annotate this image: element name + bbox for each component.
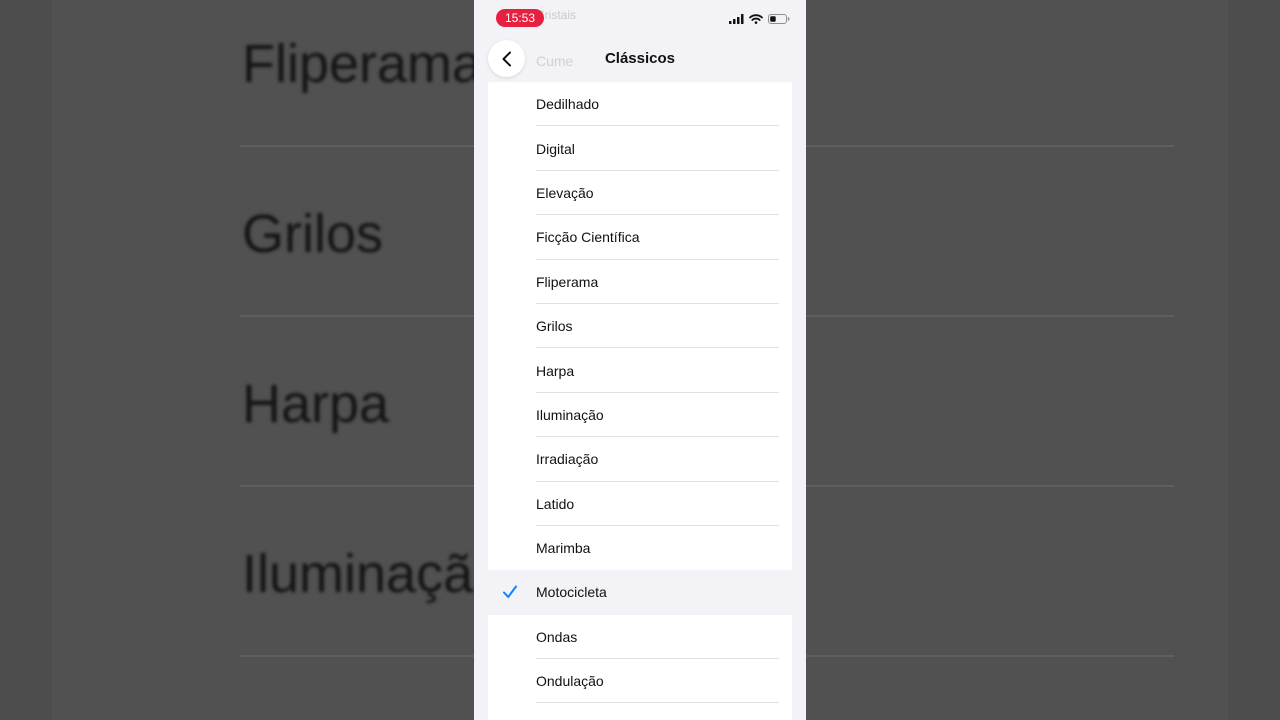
list-item-label: Grilos xyxy=(536,318,573,335)
checkmark-icon xyxy=(503,585,517,599)
list-item-label: Elevação xyxy=(536,184,594,201)
page-title: Clássicos xyxy=(604,50,676,67)
list-item-label: Ondas xyxy=(536,628,578,645)
list-item-label: Motocicleta xyxy=(536,584,607,601)
cellular-signal-icon xyxy=(729,14,744,24)
list-item-fliperama[interactable]: Fliperama xyxy=(488,260,792,304)
list-item-label: Iluminação xyxy=(536,406,604,423)
list-item-ondulacao[interactable]: Ondulação xyxy=(488,659,792,704)
list-item-ondas[interactable]: Ondas xyxy=(488,615,792,660)
list-item-label: Digital xyxy=(536,140,575,157)
list-item-label: Ondulação xyxy=(536,673,604,690)
list-item-label: Dedilhado xyxy=(536,96,600,113)
sound-list: Dedilhado Digital Elevação Ficção Cientí… xyxy=(488,82,792,720)
status-time: 15:53 xyxy=(496,9,544,27)
list-item-label: Irradiação xyxy=(536,451,599,468)
list-item-harpa[interactable]: Harpa xyxy=(488,348,792,393)
battery-icon xyxy=(768,14,790,24)
wifi-icon xyxy=(749,14,763,24)
phone-screen: Cristais 15:53 Cume Clássicos Dedilhado … xyxy=(474,0,806,720)
list-item-marimba[interactable]: Marimba xyxy=(488,526,792,570)
status-icons xyxy=(729,14,790,24)
video-frame: Fliperama Grilos Harpa Iluminaçã Cristai… xyxy=(0,0,1280,720)
bg-row-label: Fliperama xyxy=(242,34,483,94)
status-bar: Cristais 15:53 xyxy=(474,0,806,36)
list-item-latido[interactable]: Latido xyxy=(488,482,792,526)
list-item-motocicleta[interactable]: Motocicleta xyxy=(488,570,792,615)
list-item-elevacao[interactable]: Elevação xyxy=(488,171,792,216)
list-item-ficcao-cientifica[interactable]: Ficção Científica xyxy=(488,215,792,260)
bg-row-label: Grilos xyxy=(242,204,384,264)
bg-row-label: Harpa xyxy=(242,374,390,434)
bg-row-label: Iluminaçã xyxy=(242,544,474,604)
list-item-iluminacao[interactable]: Iluminação xyxy=(488,393,792,438)
list-item-irradiacao[interactable]: Irradiação xyxy=(488,437,792,482)
list-item-label: Latido xyxy=(536,495,575,512)
list-item-label: Ficção Científica xyxy=(536,229,640,246)
list-item-label: Harpa xyxy=(536,362,575,379)
list-item-digital[interactable]: Digital xyxy=(488,126,792,171)
list-item-dedilhado[interactable]: Dedilhado xyxy=(488,82,792,127)
divider xyxy=(536,702,779,704)
navigation-bar: Cume Clássicos xyxy=(474,36,806,82)
list-item-label: Marimba xyxy=(536,540,591,557)
list-item-label: Fliperama xyxy=(536,273,599,290)
list-item-grilos[interactable]: Grilos xyxy=(488,304,792,349)
